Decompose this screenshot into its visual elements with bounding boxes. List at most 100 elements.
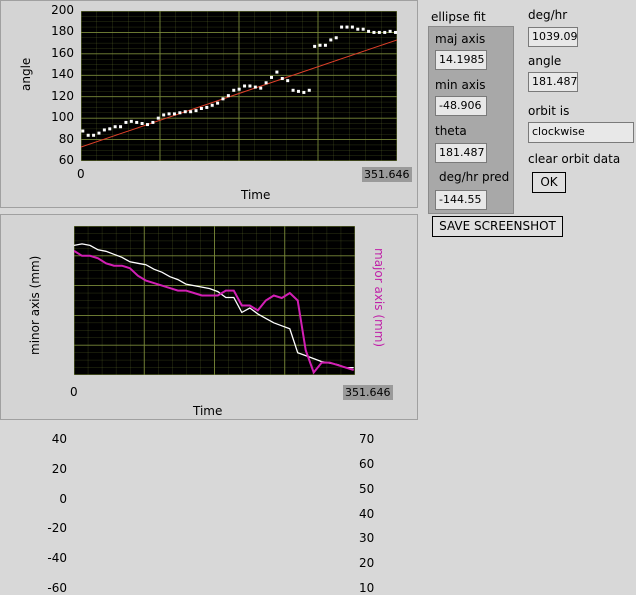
- angle-data-point: [334, 36, 338, 40]
- angle-data-point: [394, 30, 398, 34]
- y-tick-label: 60: [359, 456, 375, 471]
- angle-data-point: [345, 25, 349, 29]
- y-tick-label: 50: [359, 481, 375, 496]
- angle-data-point: [248, 84, 252, 88]
- axis-chart-panel: 40 20 0 -20 -40 -60 70 60 50 40 30 20 10 minor axis…: [0, 214, 418, 595]
- angle-data-point: [210, 103, 214, 107]
- angle-data-point: [221, 97, 225, 101]
- deg-hr-pred-label: deg/hr pred: [439, 170, 510, 184]
- angle-data-point: [377, 30, 381, 34]
- angle-data-point: [151, 120, 155, 124]
- angle-data-point: [286, 79, 290, 83]
- y-tick-label: 30: [359, 531, 375, 546]
- angle-data-point: [226, 94, 230, 98]
- angle-data-point: [156, 116, 160, 120]
- min-axis-label: min axis: [435, 78, 486, 92]
- angle-data-point: [264, 81, 268, 85]
- deg-hr-value: 1039.09: [528, 27, 578, 47]
- min-axis-value: -48.906: [435, 96, 487, 116]
- theta-label: theta: [435, 124, 467, 138]
- angle-data-point: [270, 75, 274, 79]
- angle-x-end: 351.646: [362, 167, 412, 182]
- angle-value: 181.487: [528, 72, 578, 92]
- angle-data-point: [280, 77, 284, 80]
- angle-data-point: [318, 43, 322, 47]
- angle-data-point: [167, 112, 171, 116]
- ellipse-fit-panel: maj axis 14.1985 min axis -48.906 theta …: [428, 26, 514, 214]
- y-tick-label: 10: [359, 581, 375, 595]
- angle-y-axis-label: angle: [19, 57, 33, 91]
- y-tick-label: 40: [359, 506, 375, 521]
- angle-data-point: [86, 133, 90, 137]
- y-tick-label: -60: [47, 581, 67, 595]
- y-tick-label: 160: [51, 45, 74, 60]
- save-screenshot-button[interactable]: SAVE SCREENSHOT: [432, 216, 563, 237]
- axis-x-axis-label: Time: [193, 404, 223, 418]
- angle-data-point: [259, 86, 263, 90]
- y-tick-label: 60: [58, 153, 74, 167]
- clear-orbit-label: clear orbit data: [528, 152, 621, 166]
- y-tick-label: -40: [47, 551, 67, 566]
- clear-orbit-ok-button[interactable]: OK: [532, 172, 566, 193]
- angle-data-point: [135, 120, 139, 124]
- minor-axis-line: [73, 243, 354, 369]
- angle-data-point: [140, 122, 144, 125]
- angle-data-point: [178, 111, 182, 115]
- y-tick-label: 80: [58, 131, 74, 146]
- angle-data-point: [97, 131, 101, 135]
- maj-axis-label: maj axis: [435, 32, 486, 46]
- axis-plot-svg: [73, 225, 356, 376]
- angle-data-point: [388, 29, 392, 33]
- angle-data-point: [129, 119, 133, 123]
- angle-data-point: [372, 30, 376, 34]
- angle-x-axis-label: Time: [241, 188, 271, 202]
- angle-chart-panel: 200 180 160 140 120 100 80 60 angle 0 351.646 T…: [0, 0, 418, 208]
- angle-data-point: [119, 125, 123, 129]
- axis-plot-area: [73, 225, 356, 376]
- y-tick-label: 140: [51, 67, 74, 82]
- angle-data-point: [291, 88, 295, 92]
- ellipse-fit-title: ellipse fit: [431, 10, 486, 24]
- y-tick-label: 20: [359, 556, 375, 571]
- angle-data-point: [194, 109, 198, 113]
- angle-data-point: [367, 29, 371, 33]
- angle-data-point: [253, 85, 257, 89]
- y-tick-label: -20: [47, 521, 67, 536]
- deg-hr-pred-value: -144.55: [435, 190, 487, 210]
- angle-data-point: [189, 110, 193, 114]
- axis-x-start: 0: [70, 385, 78, 399]
- angle-data-point: [323, 43, 327, 47]
- y-tick-label: 0: [59, 491, 67, 506]
- angle-data-point: [124, 120, 128, 124]
- major-axis-line: [73, 249, 354, 375]
- angle-data-point: [302, 90, 306, 94]
- angle-data-point: [275, 70, 279, 74]
- maj-axis-value: 14.1985: [435, 50, 487, 70]
- angle-data-point: [162, 113, 166, 117]
- angle-data-point: [232, 88, 236, 92]
- angle-label: angle: [528, 54, 562, 68]
- deg-hr-label: deg/hr: [528, 8, 568, 22]
- angle-data-point: [361, 27, 365, 31]
- angle-data-point: [81, 129, 85, 133]
- angle-data-point: [243, 84, 247, 88]
- angle-data-point: [183, 110, 187, 114]
- angle-data-point: [329, 38, 333, 42]
- angle-data-point: [113, 125, 117, 129]
- axis-x-end: 351.646: [343, 385, 393, 400]
- angle-plot-svg: [80, 10, 398, 162]
- orbit-label: orbit is: [528, 104, 570, 118]
- theta-value: 181.487: [435, 143, 487, 163]
- angle-data-point: [237, 87, 241, 91]
- major-axis-y-label: major axis (mm): [372, 248, 386, 348]
- angle-data-point: [383, 30, 387, 34]
- angle-data-point: [172, 112, 176, 116]
- angle-data-point: [108, 127, 112, 131]
- y-tick-label: 200: [51, 3, 74, 17]
- angle-x-start: 0: [77, 167, 85, 181]
- angle-plot-area: [80, 10, 398, 162]
- angle-data-point: [216, 101, 220, 105]
- angle-data-point: [340, 25, 344, 29]
- angle-data-point: [296, 89, 300, 93]
- angle-data-point: [313, 44, 317, 48]
